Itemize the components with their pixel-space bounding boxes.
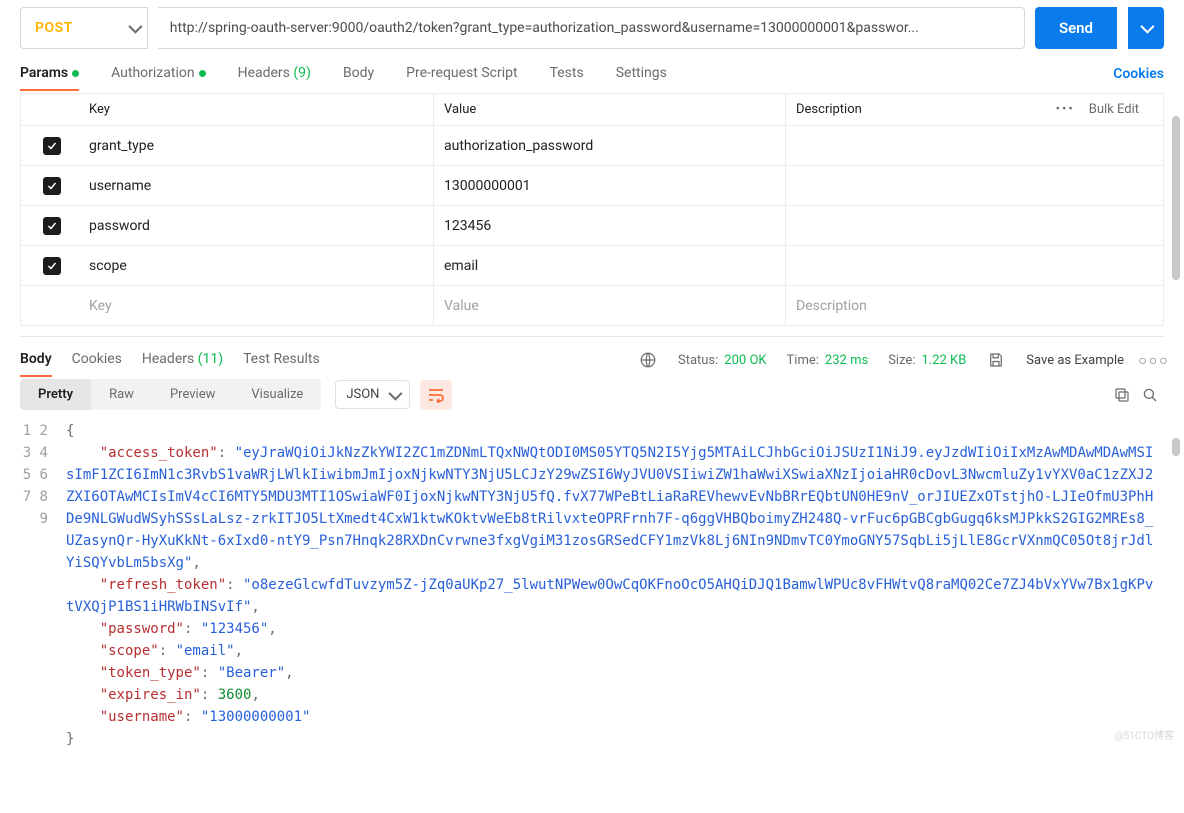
- view-visualize[interactable]: Visualize: [233, 379, 321, 410]
- response-body[interactable]: 1 2 3 4 5 6 7 8 9 { "access_token": "eyJ…: [20, 416, 1164, 750]
- send-dropdown[interactable]: [1128, 7, 1164, 49]
- save-as-example[interactable]: Save as Example: [1026, 353, 1124, 368]
- tab-authorization[interactable]: Authorization: [111, 61, 205, 87]
- more-icon[interactable]: •••: [1056, 102, 1075, 117]
- more-icon[interactable]: ○○○: [1144, 350, 1164, 370]
- tab-body[interactable]: Body: [343, 61, 374, 87]
- col-key: Key: [83, 102, 433, 117]
- tab-headers[interactable]: Headers (9): [238, 61, 311, 87]
- new-key-input[interactable]: Key: [83, 298, 433, 314]
- param-key[interactable]: username: [83, 178, 433, 194]
- cookies-link[interactable]: Cookies: [1113, 66, 1164, 82]
- param-key[interactable]: grant_type: [83, 138, 433, 154]
- resp-tab-headers[interactable]: Headers (11): [142, 347, 223, 373]
- chevron-down-icon: [1140, 20, 1154, 34]
- scrollbar[interactable]: [1172, 438, 1180, 456]
- row-checkbox[interactable]: [21, 177, 83, 195]
- tab-tests[interactable]: Tests: [550, 61, 584, 87]
- row-checkbox[interactable]: [21, 257, 83, 275]
- http-method-label: POST: [35, 20, 73, 36]
- tab-params[interactable]: Params: [20, 61, 79, 87]
- chevron-down-icon: [389, 386, 403, 400]
- new-value-input[interactable]: Value: [433, 286, 785, 325]
- dot-indicator-icon: [199, 70, 206, 77]
- dot-indicator-icon: [72, 70, 79, 77]
- param-value[interactable]: 123456: [433, 206, 785, 245]
- table-row: scope email: [21, 246, 1163, 286]
- row-checkbox[interactable]: [21, 217, 83, 235]
- view-mode-group: Pretty Raw Preview Visualize: [20, 379, 321, 410]
- table-row: password 123456: [21, 206, 1163, 246]
- param-value[interactable]: authorization_password: [433, 126, 785, 165]
- col-description: Description ••• Bulk Edit: [785, 94, 1163, 125]
- param-key[interactable]: scope: [83, 258, 433, 274]
- watermark: @51CTO博客: [1115, 727, 1174, 742]
- copy-icon[interactable]: [1108, 381, 1136, 409]
- status-size: Size: 1.22 KB: [888, 353, 966, 368]
- status-status: Status: 200 OK: [678, 353, 767, 368]
- tab-settings[interactable]: Settings: [616, 61, 667, 87]
- scrollbar[interactable]: [1172, 116, 1180, 280]
- table-row: grant_type authorization_password: [21, 126, 1163, 166]
- send-button[interactable]: Send: [1035, 7, 1117, 49]
- param-desc[interactable]: [785, 126, 1163, 165]
- params-header-row: Key Value Description ••• Bulk Edit: [21, 94, 1163, 126]
- wrap-lines-button[interactable]: [420, 380, 452, 410]
- globe-icon[interactable]: [638, 350, 658, 370]
- format-dropdown[interactable]: JSON: [335, 380, 410, 409]
- request-url-input[interactable]: http://spring-oauth-server:9000/oauth2/t…: [158, 7, 1025, 49]
- status-time: Time: 232 ms: [787, 353, 869, 368]
- chevron-down-icon: [128, 20, 142, 34]
- table-row: username 13000000001: [21, 166, 1163, 206]
- param-key[interactable]: password: [83, 218, 433, 234]
- view-raw[interactable]: Raw: [91, 379, 152, 410]
- param-desc[interactable]: [785, 206, 1163, 245]
- new-desc-input[interactable]: Description: [785, 286, 1163, 325]
- view-pretty[interactable]: Pretty: [20, 379, 91, 410]
- params-table: Key Value Description ••• Bulk Edit gran…: [20, 93, 1164, 326]
- resp-tab-tests[interactable]: Test Results: [243, 347, 320, 373]
- resp-tab-cookies[interactable]: Cookies: [72, 347, 122, 373]
- params-new-row[interactable]: Key Value Description: [21, 286, 1163, 326]
- save-icon[interactable]: [986, 350, 1006, 370]
- param-desc[interactable]: [785, 246, 1163, 285]
- tab-prerequest[interactable]: Pre-request Script: [406, 61, 517, 87]
- resp-tab-body[interactable]: Body: [20, 347, 52, 373]
- view-preview[interactable]: Preview: [152, 379, 233, 410]
- search-icon[interactable]: [1136, 381, 1164, 409]
- param-desc[interactable]: [785, 166, 1163, 205]
- bulk-edit-link[interactable]: Bulk Edit: [1089, 102, 1139, 117]
- param-value[interactable]: email: [433, 246, 785, 285]
- param-value[interactable]: 13000000001: [433, 166, 785, 205]
- row-checkbox[interactable]: [21, 137, 83, 155]
- http-method-dropdown[interactable]: POST: [20, 7, 148, 49]
- col-value: Value: [433, 94, 785, 125]
